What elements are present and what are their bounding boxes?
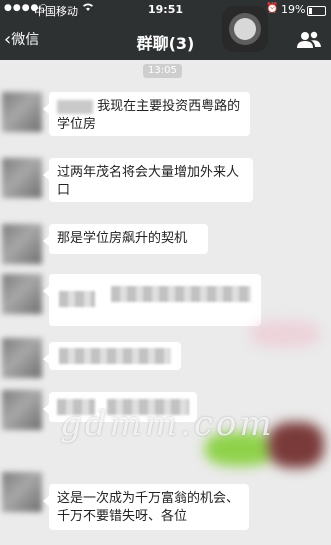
message-bubble-redacted[interactable] <box>43 274 261 326</box>
avatar[interactable] <box>2 158 42 198</box>
redaction-smudge <box>250 320 320 348</box>
avatar[interactable] <box>2 338 42 378</box>
message-bubble[interactable]: 这是一次成为千万富翁的机会、千万不要错失呀、各位 <box>43 484 249 530</box>
message-text: 过两年茂名将会大量增加外来人口 <box>57 165 240 198</box>
message-text: 这是一次成为千万富翁的机会、千万不要错失呀、各位 <box>57 491 240 524</box>
redacted-mention <box>57 99 93 114</box>
back-button[interactable]: ‹微信 <box>4 29 39 49</box>
group-members-button[interactable] <box>296 31 322 49</box>
avatar[interactable] <box>2 92 42 132</box>
avatar[interactable] <box>2 274 42 314</box>
message-timestamp: 13:05 <box>143 64 182 78</box>
watermark: gdmm.com <box>60 404 275 444</box>
avatar[interactable] <box>2 472 42 512</box>
battery-icon <box>307 6 326 16</box>
avatar[interactable] <box>2 390 42 430</box>
message-bubble-redacted[interactable] <box>43 342 181 370</box>
people-icon <box>297 31 321 48</box>
chat-area[interactable]: 13:05 我现在主要投资西粤路的学位房 过两年茂名将会大量增加外来人口 那是学… <box>0 60 331 545</box>
chat-title: 群聊(3) <box>136 34 195 53</box>
alarm-icon: ⏰ <box>266 3 279 14</box>
nav-bar: ‹微信 群聊(3) <box>0 20 331 60</box>
message-bubble[interactable]: 过两年茂名将会大量增加外来人口 <box>43 158 253 202</box>
status-bar: ●●●●○ 中国移动 19:51 ⏰ 19% <box>0 0 331 20</box>
message-bubble[interactable]: 我现在主要投资西粤路的学位房 <box>43 92 250 136</box>
back-label: 微信 <box>11 32 40 48</box>
redaction-smudge <box>268 422 324 468</box>
message-text: 那是学位房飙升的契机 <box>57 231 188 246</box>
assistive-touch-button[interactable] <box>222 6 268 52</box>
message-bubble[interactable]: 那是学位房飙升的契机 <box>43 224 208 254</box>
battery-percent: 19% <box>281 3 306 16</box>
avatar[interactable] <box>2 224 42 264</box>
